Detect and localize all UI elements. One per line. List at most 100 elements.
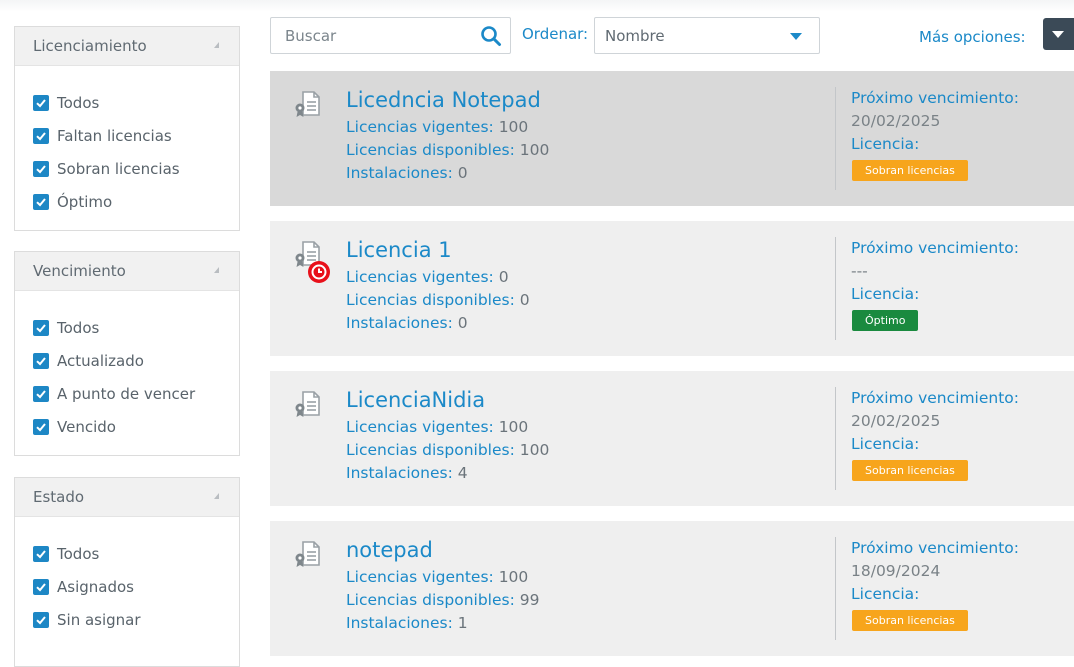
field-value: 100	[519, 441, 550, 459]
license-card[interactable]: notepad Licencias vigentes: 100 Licencia…	[270, 521, 1074, 656]
filter-option-todos[interactable]: Todos	[33, 537, 239, 570]
field-label: Licencias disponibles:	[346, 141, 515, 159]
chevron-down-icon	[790, 33, 802, 40]
filter-option-todos[interactable]: Todos	[33, 86, 239, 119]
filter-option-faltan-licencias[interactable]: Faltan licencias	[33, 119, 239, 152]
filter-option-sobran-licencias[interactable]: Sobran licencias	[33, 152, 239, 185]
expiration-label: Próximo vencimiento:	[851, 389, 1020, 407]
filter-panel-licenciamiento: Licenciamiento Todos Faltan licencias So…	[14, 26, 240, 231]
field-value: 100	[519, 141, 550, 159]
order-select-value: Nombre	[605, 27, 665, 45]
license-disponibles: Licencias disponibles: 100	[346, 141, 549, 159]
order-label: Ordenar:	[522, 25, 589, 43]
license-card[interactable]: Licedncia Notepad Licencias vigentes: 10…	[270, 71, 1074, 206]
filter-option-label: Óptimo	[57, 192, 113, 211]
status-badge: Sobran licencias	[852, 610, 968, 631]
checkbox-checked-icon[interactable]	[33, 160, 49, 177]
license-name[interactable]: LicenciaNidia	[346, 388, 485, 412]
filter-panel-title: Licenciamiento	[33, 37, 147, 55]
license-card[interactable]: LicenciaNidia Licencias vigentes: 100 Li…	[270, 371, 1074, 506]
expiration-label: Próximo vencimiento:	[851, 89, 1020, 107]
filter-option-label: Todos	[57, 318, 100, 337]
checkbox-checked-icon[interactable]	[33, 611, 49, 628]
filter-option-sin-asignar[interactable]: Sin asignar	[33, 603, 239, 636]
checkbox-checked-icon[interactable]	[33, 545, 49, 562]
field-value: 100	[498, 118, 529, 136]
collapse-caret-icon[interactable]	[214, 267, 219, 273]
license-vigentes: Licencias vigentes: 100	[346, 118, 528, 136]
field-value: 4	[457, 464, 468, 482]
filter-option-label: A punto de vencer	[57, 384, 196, 403]
license-status-label: Licencia:	[851, 435, 920, 453]
license-vigentes: Licencias vigentes: 0	[346, 268, 509, 286]
card-divider	[835, 537, 836, 640]
filter-option-todos[interactable]: Todos	[33, 311, 239, 344]
filter-option-label: Asignados	[57, 577, 134, 596]
collapse-caret-icon[interactable]	[214, 42, 219, 48]
field-value: 0	[519, 291, 530, 309]
filter-panel-header[interactable]: Vencimiento	[15, 252, 239, 291]
top-strip	[0, 0, 1074, 12]
status-badge: Óptimo	[852, 310, 919, 331]
filter-option-asignados[interactable]: Asignados	[33, 570, 239, 603]
filter-option-vencido[interactable]: Vencido	[33, 410, 239, 443]
license-disponibles: Licencias disponibles: 99	[346, 591, 539, 609]
license-instalaciones: Instalaciones: 1	[346, 614, 468, 632]
license-name[interactable]: notepad	[346, 538, 433, 562]
field-label: Instalaciones:	[346, 164, 453, 182]
license-instalaciones: Instalaciones: 0	[346, 164, 468, 182]
checkbox-checked-icon[interactable]	[33, 352, 49, 369]
checkbox-checked-icon[interactable]	[33, 193, 49, 210]
field-value: 100	[498, 568, 529, 586]
field-value: 0	[457, 164, 468, 182]
filter-option-a-punto-de-vencer[interactable]: A punto de vencer	[33, 377, 239, 410]
checkbox-checked-icon[interactable]	[33, 385, 49, 402]
card-divider	[835, 237, 836, 340]
search-icon[interactable]	[480, 25, 502, 47]
status-badge: Sobran licencias	[852, 160, 968, 181]
field-label: Licencias disponibles:	[346, 591, 515, 609]
expiration-value: 20/02/2025	[851, 112, 941, 130]
order-select[interactable]: Nombre	[594, 17, 820, 54]
filter-option-label: Sin asignar	[57, 610, 141, 629]
field-label: Licencias vigentes:	[346, 118, 494, 136]
license-name[interactable]: Licencia 1	[346, 238, 452, 262]
field-label: Licencias disponibles:	[346, 291, 515, 309]
expiration-label: Próximo vencimiento:	[851, 239, 1020, 257]
filter-panel-header[interactable]: Licenciamiento	[15, 27, 239, 66]
more-options-label: Más opciones:	[919, 28, 1026, 46]
checkbox-checked-icon[interactable]	[33, 127, 49, 144]
expiration-value: 20/02/2025	[851, 412, 941, 430]
license-document-icon	[295, 391, 320, 417]
checkbox-checked-icon[interactable]	[33, 94, 49, 111]
checkbox-checked-icon[interactable]	[33, 319, 49, 336]
license-document-icon	[295, 91, 320, 117]
filter-panel-header[interactable]: Estado	[15, 478, 239, 517]
more-options-button[interactable]	[1043, 18, 1074, 50]
filter-option-optimo[interactable]: Óptimo	[33, 185, 239, 218]
field-value: 0	[498, 268, 509, 286]
search-box	[270, 17, 511, 54]
field-value: 99	[519, 591, 540, 609]
collapse-caret-icon[interactable]	[214, 493, 219, 499]
license-status-label: Licencia:	[851, 285, 920, 303]
filter-option-label: Sobran licencias	[57, 159, 180, 178]
license-disponibles: Licencias disponibles: 0	[346, 291, 530, 309]
field-label: Licencias disponibles:	[346, 441, 515, 459]
filter-option-actualizado[interactable]: Actualizado	[33, 344, 239, 377]
license-status-label: Licencia:	[851, 135, 920, 153]
filter-panel-title: Vencimiento	[33, 262, 126, 280]
search-input[interactable]	[271, 18, 471, 53]
license-vigentes: Licencias vigentes: 100	[346, 568, 528, 586]
field-value: 100	[498, 418, 529, 436]
checkbox-checked-icon[interactable]	[33, 418, 49, 435]
license-vigentes: Licencias vigentes: 100	[346, 418, 528, 436]
card-divider	[835, 387, 836, 490]
chevron-down-icon	[1052, 31, 1064, 38]
field-value: 1	[457, 614, 468, 632]
filter-panel-title: Estado	[33, 488, 85, 506]
license-name[interactable]: Licedncia Notepad	[346, 88, 541, 112]
checkbox-checked-icon[interactable]	[33, 578, 49, 595]
field-label: Licencias vigentes:	[346, 418, 494, 436]
license-card[interactable]: Licencia 1 Licencias vigentes: 0 Licenci…	[270, 221, 1074, 356]
